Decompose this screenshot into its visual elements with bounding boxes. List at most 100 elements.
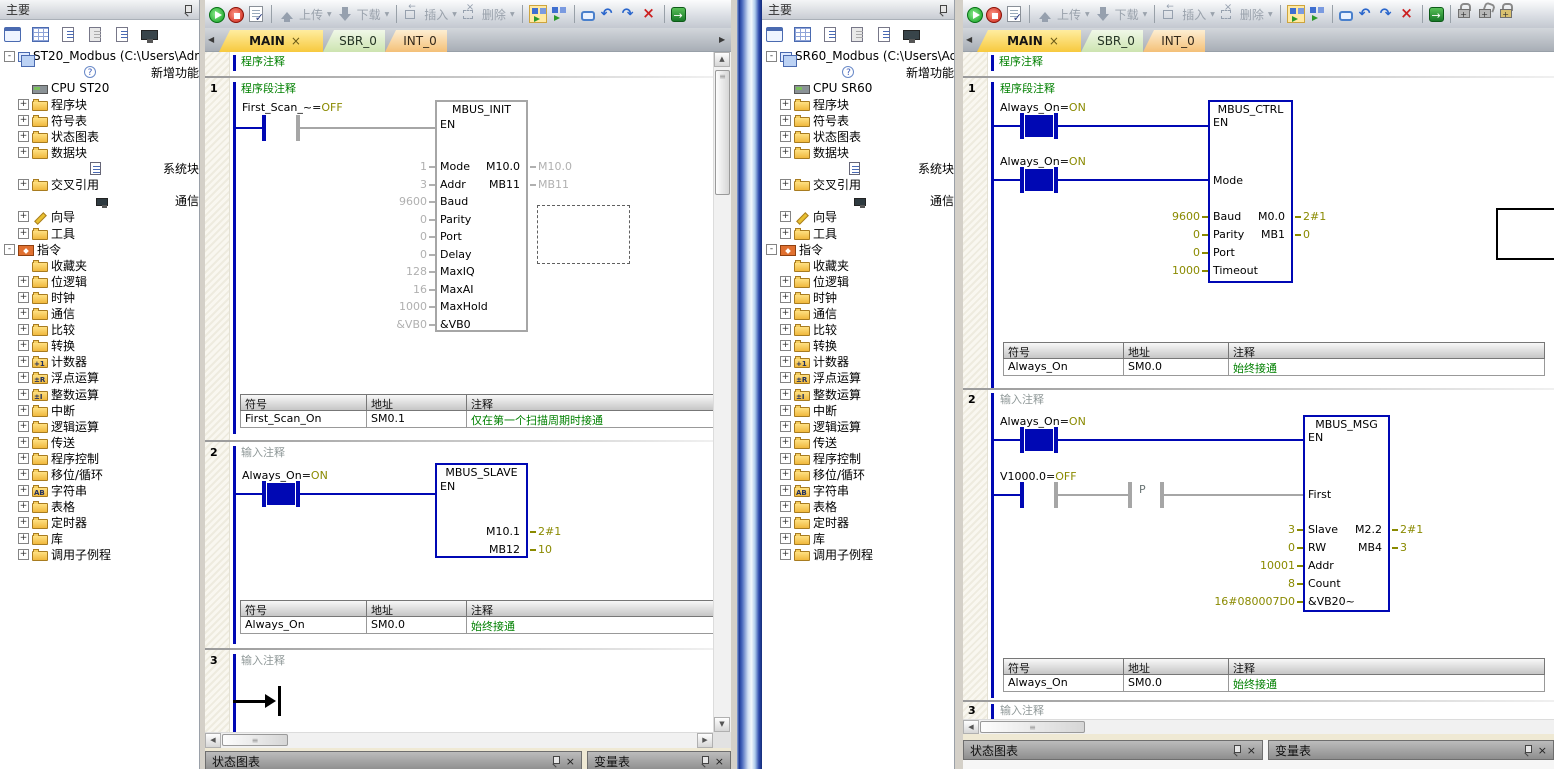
insert-icon[interactable]	[403, 5, 421, 23]
redo-icon[interactable]	[619, 5, 637, 23]
tree-item[interactable]: ++1计数器	[2, 354, 199, 370]
tree-item[interactable]: +数据块	[764, 145, 954, 161]
program-status-on-icon[interactable]	[1287, 5, 1305, 23]
pin-icon[interactable]	[184, 5, 193, 15]
delete-button[interactable]: 删除	[482, 6, 506, 23]
insert-button[interactable]: 插入	[1182, 6, 1206, 23]
goto-icon[interactable]	[1429, 7, 1444, 22]
dropdown-caret-icon[interactable]: ▼	[510, 11, 515, 18]
download-button[interactable]: 下载	[1115, 6, 1139, 23]
lock-open-icon[interactable]	[1478, 8, 1496, 26]
tree-expand-toggle[interactable]: +	[780, 211, 791, 222]
close-icon[interactable]: ×	[1247, 744, 1256, 757]
tab-main[interactable]: MAIN×	[977, 30, 1081, 52]
stop-icon[interactable]	[228, 7, 244, 23]
tree-expand-toggle[interactable]: +	[18, 115, 29, 126]
tree-item[interactable]: +位逻辑	[2, 273, 199, 289]
scroll-down-button[interactable]: ▼	[714, 717, 730, 732]
tree-item[interactable]: 系统块	[2, 161, 199, 177]
tree-item[interactable]: +符号表	[2, 112, 199, 128]
tab-scroll-left-icon[interactable]: ◀	[208, 35, 214, 44]
tab-int_0[interactable]: INT_0	[1143, 30, 1205, 52]
close-icon[interactable]: ×	[1538, 744, 1547, 757]
tree-item[interactable]: +表格	[2, 499, 199, 515]
contact-energized-fill[interactable]	[1025, 169, 1053, 191]
tab-int_0[interactable]: INT_0	[385, 30, 447, 52]
tree-item[interactable]: +向导	[2, 209, 199, 225]
tree-item[interactable]: +比较	[2, 322, 199, 338]
tree-expand-toggle[interactable]: +	[18, 99, 29, 110]
tree-expand-toggle[interactable]: -	[4, 51, 15, 62]
tree-expand-toggle[interactable]: +	[18, 485, 29, 496]
compile-icon[interactable]	[1007, 6, 1021, 22]
tree-item[interactable]: 通信	[764, 193, 954, 209]
pin-icon[interactable]	[939, 5, 948, 15]
tree-expand-toggle[interactable]: +	[18, 437, 29, 448]
tab-close-icon[interactable]: ×	[1049, 34, 1059, 48]
tree-expand-toggle[interactable]: +	[780, 356, 791, 367]
tree-expand-toggle[interactable]: +	[18, 517, 29, 528]
delete-icon[interactable]	[461, 5, 479, 23]
tree-expand-toggle[interactable]: +	[18, 324, 29, 335]
tree-expand-toggle[interactable]: +	[18, 292, 29, 303]
tree-item[interactable]: +交叉引用	[764, 177, 954, 193]
tab-close-icon[interactable]: ×	[291, 34, 301, 48]
cancel-icon[interactable]	[640, 5, 658, 23]
tree-expand-toggle[interactable]: +	[780, 340, 791, 351]
tree-item[interactable]: +状态图表	[764, 128, 954, 144]
insert-button[interactable]: 插入	[424, 6, 448, 23]
tree-expand-toggle[interactable]: +	[780, 437, 791, 448]
tree-item[interactable]: CPU SR60	[764, 80, 954, 96]
tree-expand-toggle[interactable]: +	[780, 99, 791, 110]
tree-item[interactable]: +定时器	[764, 515, 954, 531]
dropdown-caret-icon[interactable]: ▼	[1210, 11, 1215, 18]
tree-item[interactable]: 通信	[2, 193, 199, 209]
tree-expand-toggle[interactable]: +	[780, 421, 791, 432]
tree-expand-toggle[interactable]: +	[18, 389, 29, 400]
tree-item[interactable]: +向导	[764, 209, 954, 225]
tree-expand-toggle[interactable]: +	[780, 179, 791, 190]
program-status-off-icon[interactable]	[1308, 5, 1326, 23]
tree-expand-toggle[interactable]: +	[780, 131, 791, 142]
close-icon[interactable]: ×	[715, 755, 724, 768]
tree-item[interactable]: +程序控制	[764, 450, 954, 466]
contact-energized-fill[interactable]	[1025, 115, 1053, 137]
lock-closed-icon[interactable]	[1457, 8, 1475, 26]
tree-item[interactable]: +通信	[764, 306, 954, 322]
compile-icon[interactable]	[249, 6, 263, 22]
tree-item[interactable]: +转换	[2, 338, 199, 354]
tree-item[interactable]: +通信	[2, 306, 199, 322]
tree-item[interactable]: +时钟	[2, 289, 199, 305]
tab-sbr_0[interactable]: SBR_0	[323, 30, 385, 52]
tree-expand-toggle[interactable]: +	[18, 228, 29, 239]
tab-scroll-right-icon[interactable]: ▶	[719, 35, 725, 44]
download-arrow-icon[interactable]	[336, 5, 354, 23]
tree-expand-toggle[interactable]: +	[18, 147, 29, 158]
tree-item[interactable]: +±I整数运算	[764, 386, 954, 402]
tree-expand-toggle[interactable]: +	[780, 517, 791, 528]
tree-item[interactable]: -指令	[2, 241, 199, 257]
tree-expand-toggle[interactable]: +	[780, 372, 791, 383]
document-lines-icon[interactable]	[878, 27, 890, 42]
scroll-right-button[interactable]: ▶	[697, 733, 713, 748]
panel-bar-variable-table[interactable]: 变量表×	[587, 751, 731, 769]
tree-item[interactable]: +程序控制	[2, 450, 199, 466]
tree-item[interactable]: +AB字符串	[764, 483, 954, 499]
lock-cut-icon[interactable]	[1499, 8, 1517, 26]
scrollbar-thumb[interactable]: ≡	[980, 721, 1085, 733]
run-icon[interactable]	[209, 7, 225, 23]
download-arrow-icon[interactable]	[1094, 5, 1112, 23]
tree-item[interactable]: +调用子例程	[2, 547, 199, 563]
panel-bar-variable-table[interactable]: 变量表×	[1268, 740, 1554, 760]
tree-expand-toggle[interactable]: +	[18, 421, 29, 432]
document-copy-icon[interactable]	[851, 27, 863, 42]
delete-icon[interactable]	[1219, 5, 1237, 23]
document-copy-icon[interactable]	[89, 27, 101, 42]
panel-bar-status-chart[interactable]: 状态图表×	[963, 740, 1263, 760]
document-icon[interactable]	[62, 27, 74, 42]
tree-item[interactable]: -SR60_Modbus (C:\Users\Adminis	[764, 48, 954, 64]
tree-item[interactable]: +中断	[764, 402, 954, 418]
dropdown-caret-icon[interactable]: ▼	[1085, 11, 1090, 18]
redo-icon[interactable]	[1377, 5, 1395, 23]
panel-bar-status-chart[interactable]: 状态图表×	[205, 751, 582, 769]
